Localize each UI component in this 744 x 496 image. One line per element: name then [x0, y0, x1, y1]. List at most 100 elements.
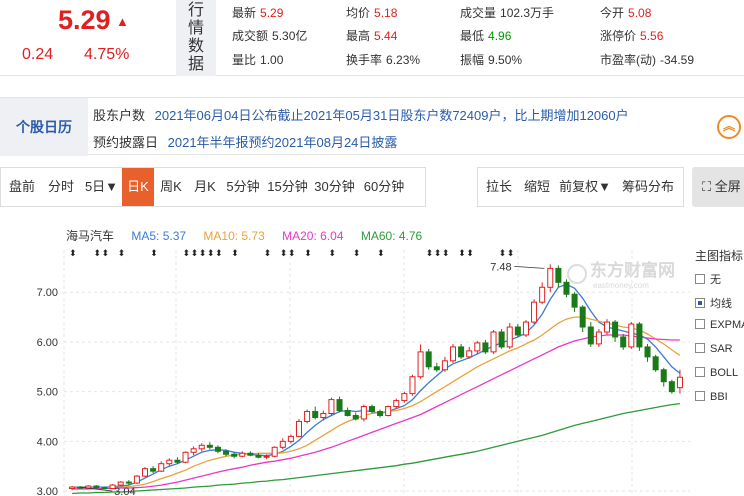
stat-label: 最新 — [232, 6, 257, 20]
candle-down — [377, 411, 384, 416]
event-marker-icon: ⬍ — [93, 249, 101, 259]
period-tab[interactable]: 60分钟 — [358, 168, 410, 206]
event-marker-icon: ⬍ — [466, 249, 474, 259]
quote-stat: 振幅 9.50% — [460, 51, 522, 68]
candle-down — [214, 446, 221, 452]
checkbox-icon[interactable] — [695, 319, 705, 329]
shareholder-count-link[interactable]: 2021年06月04日公布截止2021年05月31日股东户数72409户，比上期… — [155, 108, 629, 123]
indicator-option[interactable]: BOLL — [695, 367, 738, 379]
indicator-option-label: BBI — [710, 391, 728, 403]
candle-down — [150, 468, 157, 472]
ma-line-ma5 — [72, 283, 681, 488]
candle-down — [336, 399, 343, 412]
high-price-label: 7.48 — [490, 261, 511, 273]
period-tab[interactable]: 15分钟 — [264, 168, 311, 206]
candle-up — [441, 360, 448, 371]
quote-stat: 最低 4.96 — [460, 27, 511, 44]
indicator-panel-title: 主图指标 — [695, 249, 744, 263]
candle-up — [401, 393, 408, 402]
checkbox-icon[interactable] — [695, 367, 705, 377]
candle-up — [69, 486, 76, 490]
stat-value: 1.00 — [260, 53, 284, 67]
price-change-pct: 4.75% — [84, 46, 130, 63]
double-chevron-up-icon[interactable]: ︽ — [717, 115, 741, 139]
quote-stat: 成交量 102.3万手 — [460, 4, 554, 21]
stat-value: 5.44 — [374, 29, 398, 43]
indicator-option[interactable]: BBI — [695, 391, 728, 403]
period-tab[interactable]: 30分钟 — [311, 168, 358, 206]
event-marker-icon: ⬍ — [499, 249, 507, 259]
period-tab[interactable]: 周K — [154, 168, 188, 206]
chart-tool-button[interactable]: 拉长 — [480, 168, 518, 206]
event-marker-icon: ⬍ — [150, 249, 158, 259]
candle-up — [304, 411, 311, 422]
stat-value: 4.96 — [488, 29, 512, 43]
candle-down — [206, 444, 213, 448]
indicator-option-label: 无 — [710, 274, 721, 286]
period-tab[interactable]: 日K — [122, 168, 154, 206]
period-tab[interactable]: 5日▼ — [81, 168, 122, 206]
event-marker-icon: ⬍ — [207, 249, 215, 259]
y-tick-label: 3.00 — [37, 486, 58, 496]
period-tab[interactable]: 月K — [188, 168, 222, 206]
stat-value: 5.08 — [628, 6, 652, 20]
candle-down — [498, 331, 505, 348]
checkbox-icon[interactable] — [695, 343, 705, 353]
event-marker-icon: ⬍ — [328, 249, 336, 259]
chart-tool-button[interactable]: 缩短 — [518, 168, 556, 206]
indicator-option-label: EXPMA — [710, 319, 744, 331]
candle-up — [676, 376, 683, 389]
y-tick-label: 4.00 — [37, 436, 58, 448]
quote-data-label: 行 情 数 据 — [176, 0, 216, 76]
period-tab[interactable]: 分时 — [41, 168, 81, 206]
indicator-option[interactable]: EXPMA — [695, 319, 744, 331]
checkbox-icon[interactable] — [695, 391, 705, 401]
stock-calendar: 个股日历 股东户数 2021年06月04日公布截止2021年05月31日股东户数… — [0, 97, 744, 156]
stat-value: 6.23% — [386, 53, 421, 67]
stat-label: 最高 — [346, 29, 371, 43]
y-tick-label: 7.00 — [37, 287, 58, 299]
candle-down — [352, 414, 359, 420]
period-tabs: 盘前 分时 5日▼ 日K 周K 月K 5分钟 15分钟 30分钟 60分钟 — [0, 167, 426, 207]
candle-up — [328, 399, 335, 415]
stat-label: 振幅 — [460, 53, 485, 67]
checkbox-icon[interactable] — [695, 274, 705, 284]
event-marker-icon: ⬍ — [353, 249, 361, 259]
candle-down — [555, 267, 562, 283]
event-marker-icon: ⬍ — [442, 249, 450, 259]
fullscreen-button[interactable]: ⛶ 全屏 — [692, 167, 744, 207]
candle-up — [522, 321, 529, 336]
event-marker-icon: ⬍ — [118, 249, 126, 259]
kline-chart[interactable]: 3.004.005.006.007.00东方财富网eastmoney.com⬍ ⬍… — [0, 240, 692, 496]
quote-label-char: 情 — [187, 20, 204, 37]
indicator-option[interactable]: SAR — [695, 343, 733, 355]
chart-tool-button[interactable]: 筹码分布 — [614, 168, 682, 206]
ma-line-ma60 — [72, 402, 680, 495]
candle-down — [652, 356, 659, 371]
period-tab[interactable]: 盘前 — [3, 168, 41, 206]
candle-up — [263, 455, 270, 458]
event-marker-icon: ⬍ — [280, 249, 288, 259]
candle-down — [247, 452, 254, 456]
stat-value: 9.50% — [488, 53, 523, 67]
candle-down — [482, 342, 489, 353]
candle-up — [117, 481, 124, 486]
expand-icon: ⛶ — [702, 179, 712, 194]
indicator-option[interactable]: 无 — [695, 271, 721, 287]
candle-down — [668, 381, 675, 393]
checkbox-icon[interactable] — [695, 298, 705, 308]
chart-tool-button[interactable]: 前复权▼ — [556, 168, 614, 206]
indicator-option[interactable]: 均线 — [695, 295, 732, 311]
candle-up — [409, 376, 416, 395]
candle-up — [190, 448, 197, 453]
candle-down — [344, 410, 351, 416]
stat-label: 均价 — [346, 6, 371, 20]
period-tab[interactable]: 5分钟 — [222, 168, 264, 206]
stat-value: 5.30亿 — [272, 29, 308, 43]
stat-label: 市盈率(动) — [600, 53, 656, 67]
indicator-option-label: 均线 — [710, 298, 732, 310]
watermark-text: 东方财富网 — [590, 260, 675, 281]
disclosure-date-link[interactable]: 2021年半年报预约2021年08月24日披露 — [168, 135, 398, 150]
stat-value: 102.3万手 — [500, 6, 555, 20]
candle-up — [539, 286, 546, 303]
